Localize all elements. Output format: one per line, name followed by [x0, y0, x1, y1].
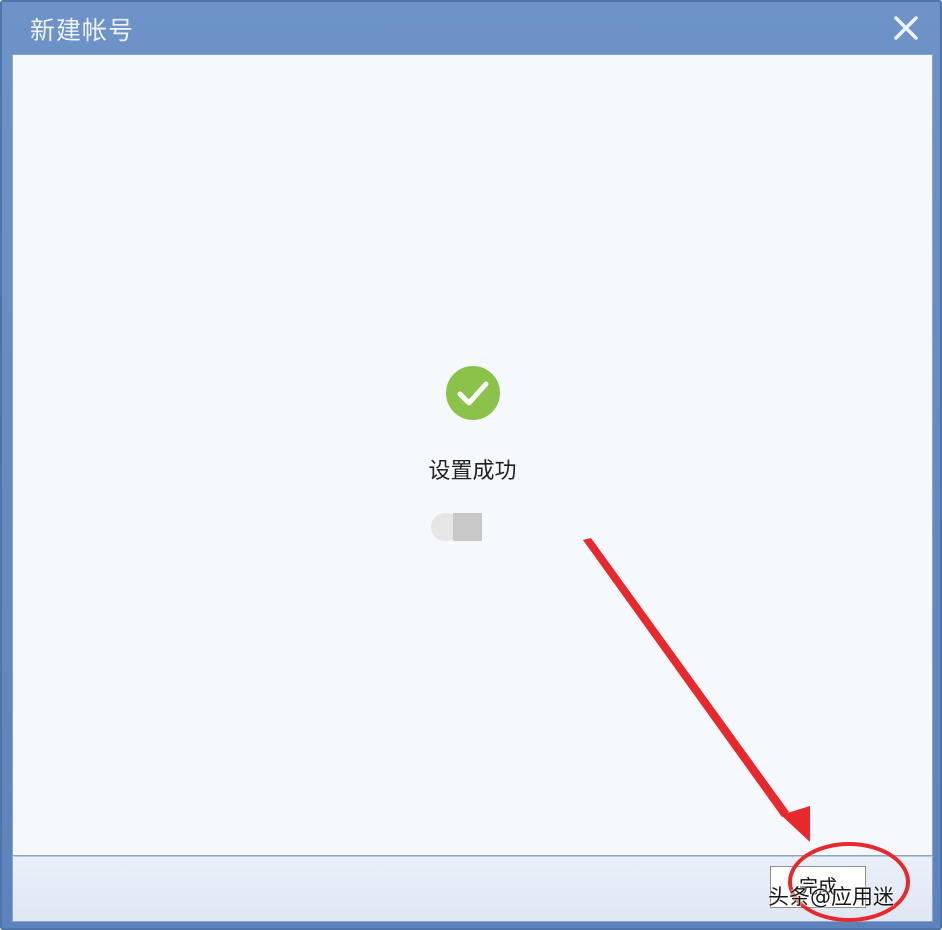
dialog-title: 新建帐号 [30, 16, 135, 45]
dialog-titlebar[interactable]: 新建帐号 [2, 2, 940, 54]
status-text: 设置成功 [428, 459, 517, 484]
finish-button[interactable]: 完成 [770, 866, 866, 908]
toggle-loader-icon [431, 513, 483, 541]
dialog-window: 新建帐号 设置成功 完成 [0, 0, 942, 930]
check-circle-icon [445, 365, 501, 421]
dialog-footer: 完成 [12, 856, 933, 922]
dialog-content: 设置成功 [12, 54, 933, 856]
close-icon[interactable] [890, 12, 922, 44]
